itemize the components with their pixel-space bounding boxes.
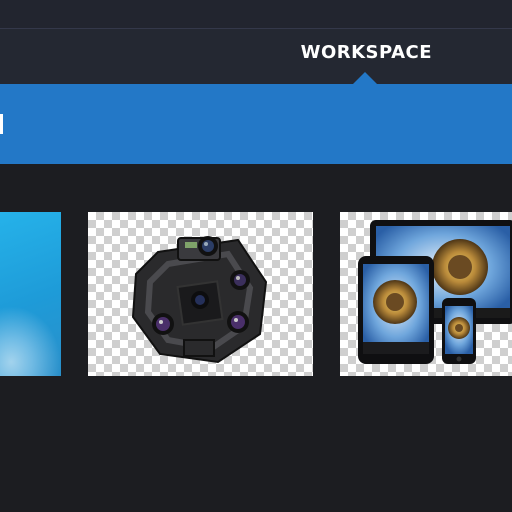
blue-banner	[0, 84, 512, 164]
360-camera-rig-icon	[131, 236, 268, 364]
devices-panorama-thumbnail[interactable]	[340, 212, 512, 376]
abstract-image-icon	[0, 306, 61, 376]
top-bar	[0, 0, 512, 29]
navigation-bar: WORKSPACE	[0, 29, 512, 84]
vr-camera-rig-thumbnail[interactable]	[88, 212, 313, 376]
active-tab-indicator	[353, 72, 377, 84]
blue-abstract-thumbnail[interactable]	[0, 212, 61, 376]
tab-workspace[interactable]: WORKSPACE	[301, 42, 432, 63]
devices-little-planet-icon	[358, 220, 512, 364]
banner-edge-element[interactable]	[0, 114, 3, 134]
